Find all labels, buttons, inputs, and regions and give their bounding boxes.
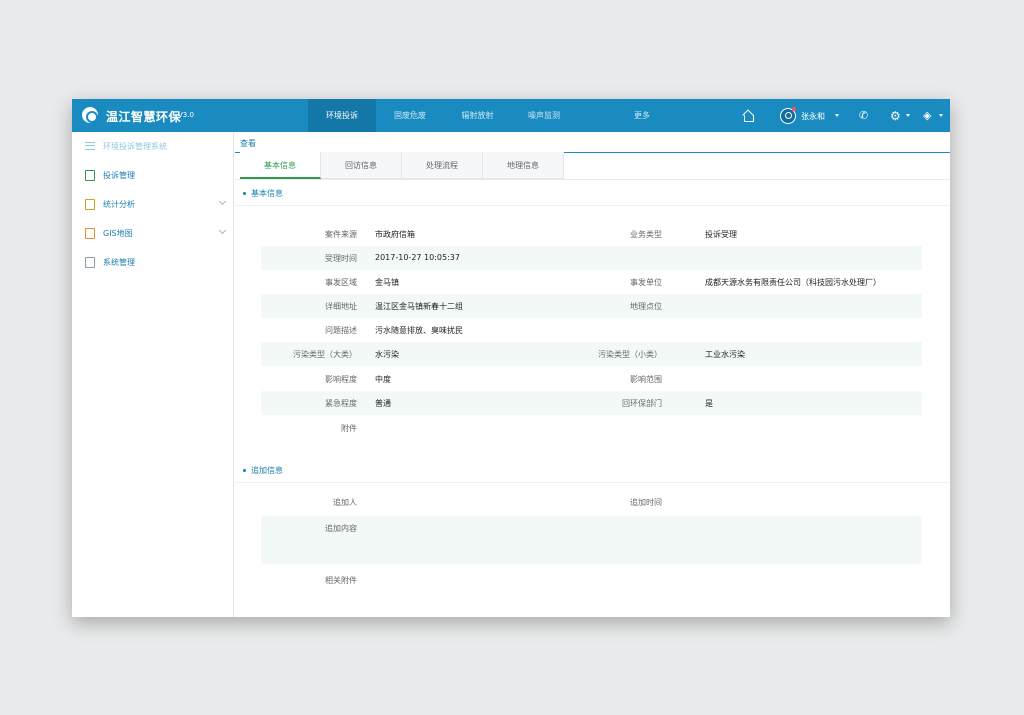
username[interactable]: 张永和: [801, 111, 825, 122]
nav-item-noise[interactable]: 噪声监测: [511, 99, 577, 132]
table-row: 影响程度 中度 影响范围: [261, 367, 922, 391]
field-label: 污染类型（小类）: [598, 350, 662, 359]
sidebar-item-gis-map[interactable]: GIS地图: [72, 219, 234, 248]
section-divider: [235, 205, 950, 206]
field-label: 回环保部门: [622, 399, 662, 408]
sidebar-item-label: 统计分析: [103, 200, 135, 209]
field-label: 污染类型（大类）: [293, 350, 357, 359]
nav-item-solid-waste[interactable]: 固废危废: [376, 99, 444, 132]
table-row: 附件: [261, 416, 922, 440]
field-value: 温江区金马镇新春十二组: [375, 302, 463, 311]
table-row: 紧急程度 普通 回环保部门 是: [261, 391, 922, 415]
tab-divider: [235, 179, 950, 180]
field-label: 追加时间: [630, 498, 662, 507]
section-title-extra: 追加信息: [243, 466, 283, 475]
main-nav: 环境投诉 固废危废 辐射放射 噪声监测 更多: [308, 99, 707, 132]
phone-icon[interactable]: ✆: [859, 110, 871, 122]
chart-file-icon: [85, 199, 95, 210]
field-label: 受理时间: [325, 254, 357, 263]
sidebar-header: 环境投诉管理系统: [72, 132, 234, 161]
field-value: 市政府信箱: [375, 230, 415, 239]
field-label: 影响范围: [630, 375, 662, 384]
nav-item-more[interactable]: 更多: [577, 99, 707, 132]
map-file-icon: [85, 228, 95, 239]
sidebar-item-label: 投诉管理: [103, 171, 135, 180]
table-row: 问题描述 污水随意排放、臭味扰民: [261, 318, 922, 342]
field-label: 业务类型: [630, 230, 662, 239]
menu-icon[interactable]: [85, 142, 95, 150]
field-label: 问题描述: [325, 326, 357, 335]
table-row: 污染类型（大类） 水污染 污染类型（小类） 工业水污染: [261, 342, 922, 366]
field-label: 追加人: [333, 498, 357, 507]
breadcrumb: 查看: [240, 139, 256, 148]
app-window: 温江智慧环保 V3.0 环境投诉 固废危废 辐射放射 噪声监测 更多 张永和 ✆…: [72, 99, 950, 617]
table-row: 事发区域 金马镇 事发单位 成都天源水务有限责任公司（科技园污水处理厂）: [261, 270, 922, 294]
table-row: 受理时间 2017-10-27 10:05:37: [261, 246, 922, 270]
field-value: 金马镇: [375, 278, 399, 287]
field-label: 相关附件: [325, 576, 357, 585]
tab-geo-info[interactable]: 地理信息: [483, 152, 564, 179]
doc-icon: [85, 257, 95, 268]
chevron-down-icon: [218, 226, 227, 235]
field-value: 成都天源水务有限责任公司（科技园污水处理厂）: [705, 278, 881, 287]
sidebar-title: 环境投诉管理系统: [103, 142, 167, 151]
table-row: 详细地址 温江区金马镇新春十二组 地理点位: [261, 294, 922, 318]
sidebar-item-statistics[interactable]: 统计分析: [72, 190, 234, 219]
sidebar-item-complaints[interactable]: 投诉管理: [72, 161, 234, 190]
tab-followup-info[interactable]: 回访信息: [321, 152, 402, 179]
top-navbar: 温江智慧环保 V3.0 环境投诉 固废危废 辐射放射 噪声监测 更多 张永和 ✆…: [72, 99, 950, 132]
table-row: 相关附件: [261, 568, 922, 592]
app-version: V3.0: [178, 111, 194, 119]
field-label: 附件: [341, 424, 357, 433]
field-label: 紧急程度: [325, 399, 357, 408]
gear-icon[interactable]: ⚙: [890, 110, 902, 122]
section-title-basic: 基本信息: [243, 189, 283, 198]
table-row: 案件来源 市政府信箱 业务类型 投诉受理: [261, 222, 922, 246]
chevron-down-icon: [218, 197, 227, 206]
user-chevron-down-icon[interactable]: [835, 114, 839, 117]
detail-tabs: 基本信息 回访信息 处理流程 地理信息: [240, 152, 564, 179]
field-label: 地理点位: [630, 302, 662, 311]
settings-chevron-down-icon[interactable]: [906, 114, 910, 117]
field-label: 事发单位: [630, 278, 662, 287]
field-value: 普通: [375, 399, 391, 408]
field-label: 详细地址: [325, 302, 357, 311]
tab-basic-info[interactable]: 基本信息: [240, 152, 321, 179]
logo-icon: [82, 107, 98, 123]
field-value: 投诉受理: [705, 230, 737, 239]
field-value: 中度: [375, 375, 391, 384]
cube-icon: [85, 170, 95, 181]
field-value: 水污染: [375, 350, 399, 359]
field-value: 2017-10-27 10:05:37: [375, 253, 460, 262]
sidebar: 环境投诉管理系统 投诉管理 统计分析 GIS地图 系统管理: [72, 132, 234, 617]
field-value: 工业水污染: [705, 350, 745, 359]
nav-item-radiation[interactable]: 辐射放射: [444, 99, 511, 132]
sidebar-item-label: GIS地图: [103, 229, 133, 238]
section-divider: [235, 482, 950, 483]
field-label: 案件来源: [325, 230, 357, 239]
table-row: 追加内容: [261, 516, 922, 564]
field-label: 影响程度: [325, 375, 357, 384]
home-icon[interactable]: [742, 110, 754, 122]
table-row: 追加人 追加时间: [261, 490, 922, 514]
field-label: 事发区域: [325, 278, 357, 287]
main-content: 查看 基本信息 回访信息 处理流程 地理信息 基本信息 案件来源 市政府信箱 业…: [235, 132, 950, 617]
layers-chevron-down-icon[interactable]: [939, 114, 943, 117]
layers-icon[interactable]: ◈: [923, 110, 935, 122]
sidebar-item-system[interactable]: 系统管理: [72, 248, 234, 277]
field-label: 追加内容: [325, 524, 357, 533]
sidebar-item-label: 系统管理: [103, 258, 135, 267]
field-value: 是: [705, 399, 713, 408]
nav-item-complaints[interactable]: 环境投诉: [308, 99, 376, 132]
app-title: 温江智慧环保: [106, 110, 182, 124]
field-value: 污水随意排放、臭味扰民: [375, 326, 463, 335]
notification-dot: [792, 107, 796, 111]
tab-process-flow[interactable]: 处理流程: [402, 152, 483, 179]
